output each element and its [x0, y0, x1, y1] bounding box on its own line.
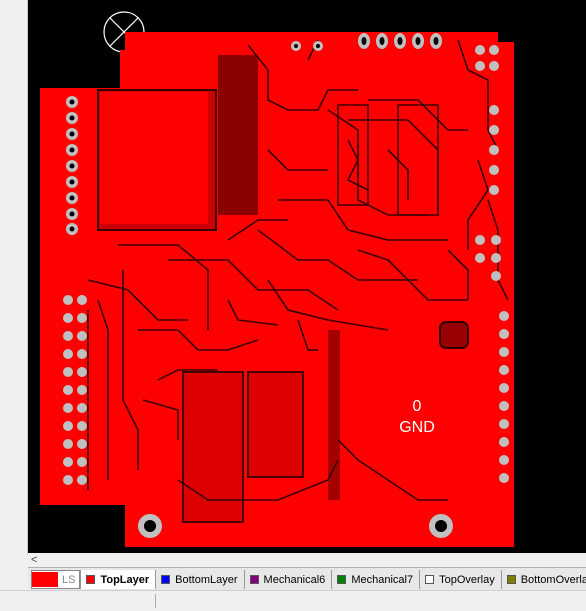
layer-color-swatch [425, 575, 435, 584]
tab-label: BottomOverla [520, 573, 586, 586]
tab-label: BottomLayer [175, 573, 238, 586]
net-name-label: GND [399, 419, 435, 436]
smd-pad [439, 321, 469, 349]
tab-mechanical7[interactable]: Mechanical7 [331, 570, 419, 589]
status-bar [0, 590, 586, 611]
status-separator [155, 594, 156, 608]
tab-label: TopOverlay [439, 573, 495, 586]
tab-toplayer[interactable]: TopLayer [80, 570, 156, 589]
tab-mechanical6[interactable]: Mechanical6 [243, 570, 332, 589]
scroll-left-arrow-icon[interactable]: < [31, 553, 37, 567]
ls-label: LS [62, 573, 76, 586]
tab-label: TopLayer [100, 573, 150, 586]
current-layer-swatch [32, 572, 58, 587]
layer-color-swatch [161, 575, 171, 584]
pcb-canvas[interactable]: 0 GND [28, 0, 586, 555]
layer-color-swatch [249, 575, 259, 584]
tab-topoverlay[interactable]: TopOverlay [419, 570, 501, 589]
tab-label: Mechanical7 [351, 573, 414, 586]
left-panel-strip [0, 0, 28, 555]
layer-tab-bar: LS TopLayer BottomLayer Mechanical6 Mech… [28, 567, 586, 591]
layer-set-button[interactable]: LS [31, 570, 81, 589]
layer-color-swatch [337, 575, 347, 584]
tab-label: Mechanical6 [263, 573, 326, 586]
tab-bottomoverlay[interactable]: BottomOverla [500, 570, 586, 589]
net-number-label: 0 [413, 398, 422, 415]
horizontal-scrollbar[interactable]: < [28, 553, 586, 567]
layer-color-swatch [86, 575, 96, 584]
layer-color-swatch [506, 575, 516, 584]
tab-bottomlayer[interactable]: BottomLayer [155, 570, 243, 589]
